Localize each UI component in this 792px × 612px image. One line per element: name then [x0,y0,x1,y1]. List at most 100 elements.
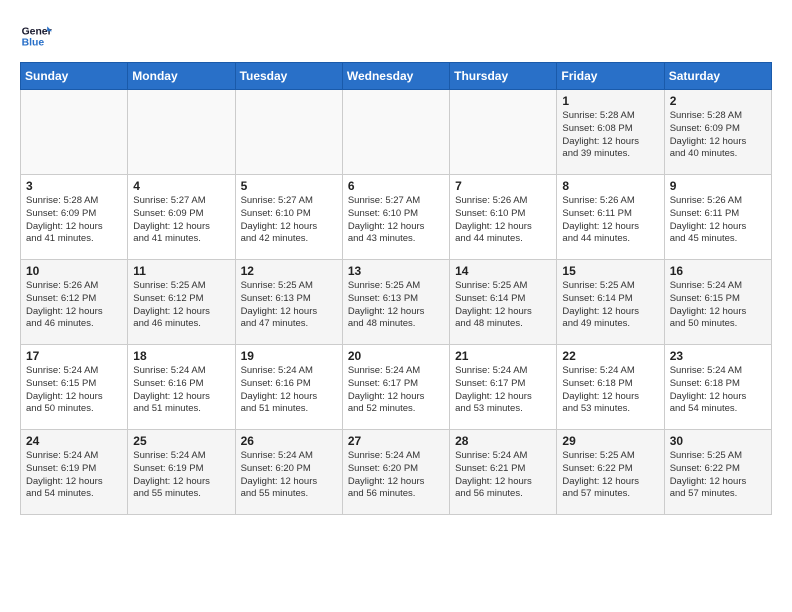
day-cell: 12 Sunrise: 5:25 AM Sunset: 6:13 PM Dayli… [235,260,342,345]
day-number: 5 [241,179,337,193]
calendar-header-row: SundayMondayTuesdayWednesdayThursdayFrid… [21,63,772,90]
day-cell: 27Sunrise: 5:24 AM Sunset: 6:20 PM Dayli… [342,430,449,515]
header-friday: Friday [557,63,664,90]
day-number: 26 [241,434,337,448]
day-info: Sunrise: 5:24 AM Sunset: 6:21 PM Dayligh… [455,450,551,501]
day-number: 30 [670,434,766,448]
day-cell: 14 Sunrise: 5:25 AM Sunset: 6:14 PM Dayli… [450,260,557,345]
day-info: Sunrise: 5:25 AM Sunset: 6:14 PM Dayligh… [562,280,658,331]
day-info: Sunrise: 5:24 AM Sunset: 6:17 PM Dayligh… [348,365,444,416]
day-number: 7 [455,179,551,193]
day-number: 19 [241,349,337,363]
day-cell: 16 Sunrise: 5:24 AM Sunset: 6:15 PM Dayli… [664,260,771,345]
day-info: Sunrise: 5:27 AM Sunset: 6:10 PM Dayligh… [241,195,337,246]
day-number: 28 [455,434,551,448]
day-number: 20 [348,349,444,363]
week-row-3: 10 Sunrise: 5:26 AM Sunset: 6:12 PM Dayli… [21,260,772,345]
day-info: Sunrise: 5:25 AM Sunset: 6:22 PM Dayligh… [562,450,658,501]
day-cell [235,90,342,175]
day-number: 11 [133,264,229,278]
day-cell: 6Sunrise: 5:27 AM Sunset: 6:10 PM Daylig… [342,175,449,260]
day-number: 15 [562,264,658,278]
day-number: 17 [26,349,122,363]
day-cell: 18Sunrise: 5:24 AM Sunset: 6:16 PM Dayli… [128,345,235,430]
day-cell: 15 Sunrise: 5:25 AM Sunset: 6:14 PM Dayli… [557,260,664,345]
calendar-body: 1Sunrise: 5:28 AM Sunset: 6:08 PM Daylig… [21,90,772,515]
day-cell: 20 Sunrise: 5:24 AM Sunset: 6:17 PM Dayli… [342,345,449,430]
header-wednesday: Wednesday [342,63,449,90]
day-number: 24 [26,434,122,448]
week-row-5: 24 Sunrise: 5:24 AM Sunset: 6:19 PM Dayli… [21,430,772,515]
day-cell: 25 Sunrise: 5:24 AM Sunset: 6:19 PM Dayli… [128,430,235,515]
day-cell: 19Sunrise: 5:24 AM Sunset: 6:16 PM Dayli… [235,345,342,430]
day-cell: 30Sunrise: 5:25 AM Sunset: 6:22 PM Dayli… [664,430,771,515]
day-cell: 7 Sunrise: 5:26 AM Sunset: 6:10 PM Daylig… [450,175,557,260]
day-cell: 9 Sunrise: 5:26 AM Sunset: 6:11 PM Daylig… [664,175,771,260]
day-number: 25 [133,434,229,448]
day-number: 22 [562,349,658,363]
day-number: 12 [241,264,337,278]
day-info: Sunrise: 5:27 AM Sunset: 6:09 PM Dayligh… [133,195,229,246]
calendar-table: SundayMondayTuesdayWednesdayThursdayFrid… [20,62,772,515]
day-number: 3 [26,179,122,193]
day-number: 13 [348,264,444,278]
day-info: Sunrise: 5:24 AM Sunset: 6:16 PM Dayligh… [133,365,229,416]
day-cell: 22 Sunrise: 5:24 AM Sunset: 6:18 PM Dayli… [557,345,664,430]
day-info: Sunrise: 5:26 AM Sunset: 6:10 PM Dayligh… [455,195,551,246]
day-number: 23 [670,349,766,363]
day-cell: 28 Sunrise: 5:24 AM Sunset: 6:21 PM Dayli… [450,430,557,515]
day-number: 8 [562,179,658,193]
day-info: Sunrise: 5:28 AM Sunset: 6:09 PM Dayligh… [26,195,122,246]
day-cell: 11 Sunrise: 5:25 AM Sunset: 6:12 PM Dayli… [128,260,235,345]
week-row-4: 17 Sunrise: 5:24 AM Sunset: 6:15 PM Dayli… [21,345,772,430]
day-cell: 13 Sunrise: 5:25 AM Sunset: 6:13 PM Dayli… [342,260,449,345]
day-info: Sunrise: 5:24 AM Sunset: 6:20 PM Dayligh… [348,450,444,501]
week-row-2: 3 Sunrise: 5:28 AM Sunset: 6:09 PM Daylig… [21,175,772,260]
day-info: Sunrise: 5:24 AM Sunset: 6:20 PM Dayligh… [241,450,337,501]
day-info: Sunrise: 5:24 AM Sunset: 6:18 PM Dayligh… [670,365,766,416]
day-cell [21,90,128,175]
day-info: Sunrise: 5:24 AM Sunset: 6:17 PM Dayligh… [455,365,551,416]
header-thursday: Thursday [450,63,557,90]
day-info: Sunrise: 5:26 AM Sunset: 6:11 PM Dayligh… [670,195,766,246]
day-info: Sunrise: 5:24 AM Sunset: 6:15 PM Dayligh… [670,280,766,331]
day-info: Sunrise: 5:25 AM Sunset: 6:12 PM Dayligh… [133,280,229,331]
day-cell [342,90,449,175]
day-info: Sunrise: 5:25 AM Sunset: 6:13 PM Dayligh… [241,280,337,331]
day-number: 2 [670,94,766,108]
day-info: Sunrise: 5:25 AM Sunset: 6:14 PM Dayligh… [455,280,551,331]
day-info: Sunrise: 5:24 AM Sunset: 6:15 PM Dayligh… [26,365,122,416]
day-cell [128,90,235,175]
day-info: Sunrise: 5:28 AM Sunset: 6:09 PM Dayligh… [670,110,766,161]
day-info: Sunrise: 5:25 AM Sunset: 6:13 PM Dayligh… [348,280,444,331]
day-info: Sunrise: 5:24 AM Sunset: 6:18 PM Dayligh… [562,365,658,416]
day-info: Sunrise: 5:27 AM Sunset: 6:10 PM Dayligh… [348,195,444,246]
day-number: 9 [670,179,766,193]
day-number: 29 [562,434,658,448]
day-number: 10 [26,264,122,278]
logo-icon: General Blue [20,20,52,52]
header-monday: Monday [128,63,235,90]
day-info: Sunrise: 5:26 AM Sunset: 6:12 PM Dayligh… [26,280,122,331]
day-number: 1 [562,94,658,108]
week-row-1: 1Sunrise: 5:28 AM Sunset: 6:08 PM Daylig… [21,90,772,175]
day-cell: 24 Sunrise: 5:24 AM Sunset: 6:19 PM Dayli… [21,430,128,515]
day-info: Sunrise: 5:24 AM Sunset: 6:19 PM Dayligh… [133,450,229,501]
day-number: 16 [670,264,766,278]
day-number: 21 [455,349,551,363]
day-cell: 17 Sunrise: 5:24 AM Sunset: 6:15 PM Dayli… [21,345,128,430]
day-info: Sunrise: 5:26 AM Sunset: 6:11 PM Dayligh… [562,195,658,246]
day-number: 14 [455,264,551,278]
day-cell: 8 Sunrise: 5:26 AM Sunset: 6:11 PM Daylig… [557,175,664,260]
page-header: General Blue [20,20,772,52]
day-cell: 26 Sunrise: 5:24 AM Sunset: 6:20 PM Dayli… [235,430,342,515]
day-number: 4 [133,179,229,193]
header-tuesday: Tuesday [235,63,342,90]
day-cell: 2 Sunrise: 5:28 AM Sunset: 6:09 PM Daylig… [664,90,771,175]
day-cell: 5 Sunrise: 5:27 AM Sunset: 6:10 PM Daylig… [235,175,342,260]
day-info: Sunrise: 5:24 AM Sunset: 6:19 PM Dayligh… [26,450,122,501]
day-cell: 29 Sunrise: 5:25 AM Sunset: 6:22 PM Dayli… [557,430,664,515]
header-sunday: Sunday [21,63,128,90]
day-cell: 10 Sunrise: 5:26 AM Sunset: 6:12 PM Dayli… [21,260,128,345]
day-cell: 3 Sunrise: 5:28 AM Sunset: 6:09 PM Daylig… [21,175,128,260]
